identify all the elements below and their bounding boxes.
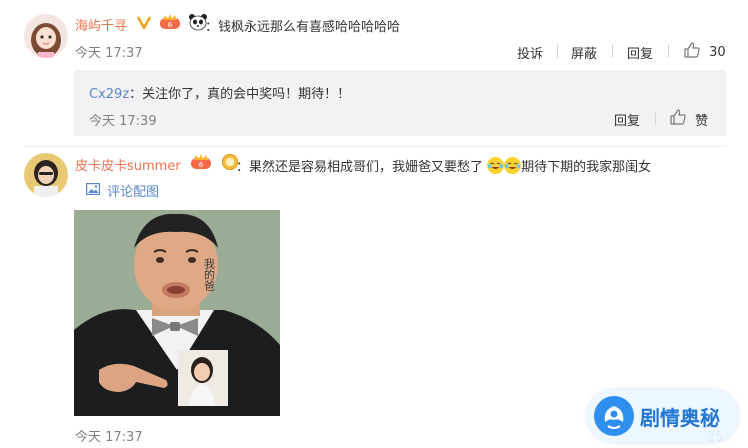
comment-text: ：果然还是容易相成哥们，我姗爸又要愁了 期待下期的我家那闺女	[236, 156, 651, 175]
action-separator	[655, 111, 656, 125]
watermark-logo-icon	[594, 396, 634, 436]
comment-image[interactable]: 我的爸	[74, 210, 280, 416]
vip-crown-icon: 6	[190, 154, 212, 174]
comment-time: 今天 17:37	[75, 430, 143, 445]
block-button[interactable]: 屏蔽	[571, 43, 597, 62]
thumbs-up-icon	[669, 108, 687, 130]
comment-image-link[interactable]: 评论配图	[86, 181, 159, 200]
comment-username[interactable]: 皮卡皮卡summer	[75, 155, 181, 174]
avatar[interactable]	[24, 14, 68, 58]
laugh-cry-emoji-icon	[504, 157, 522, 174]
comment-divider	[24, 146, 726, 147]
avatar[interactable]	[24, 153, 68, 197]
reply-reply-button[interactable]: 回复	[614, 110, 640, 129]
image-icon	[86, 182, 101, 199]
reply-text: ：关注你了，真的会中奖吗！期待！！	[129, 87, 351, 102]
like-label: 赞	[695, 113, 709, 129]
comment-text: ：钱枫永远那么有喜感哈哈哈哈哈	[205, 20, 401, 35]
laugh-cry-emoji-icon	[487, 157, 505, 174]
watermark-text: 剧情奥秘	[640, 406, 720, 430]
comment-time: 今天 17:37	[75, 46, 143, 61]
comment-username[interactable]: 海屿千寻	[75, 15, 127, 34]
vip-crown-icon: 6	[159, 14, 181, 34]
reply-time: 今天 17:39	[89, 114, 157, 129]
like-count: 30	[709, 44, 726, 60]
reply-like-button[interactable]: 赞	[669, 108, 708, 130]
action-separator	[612, 44, 613, 58]
like-button[interactable]: 30	[683, 41, 726, 63]
reply-button[interactable]: 回复	[627, 43, 653, 62]
report-button[interactable]: 投诉	[517, 43, 543, 62]
action-separator	[668, 44, 669, 58]
action-separator	[557, 44, 558, 58]
verified-v-icon	[136, 14, 152, 34]
svg-text:6: 6	[168, 21, 173, 29]
svg-text:6: 6	[199, 161, 204, 169]
watermark: 剧情奥秘	[588, 390, 738, 442]
thumbs-up-icon	[683, 41, 701, 63]
reply-username[interactable]: Cx29z	[89, 87, 129, 102]
poster-title: 我的爸	[203, 258, 216, 291]
